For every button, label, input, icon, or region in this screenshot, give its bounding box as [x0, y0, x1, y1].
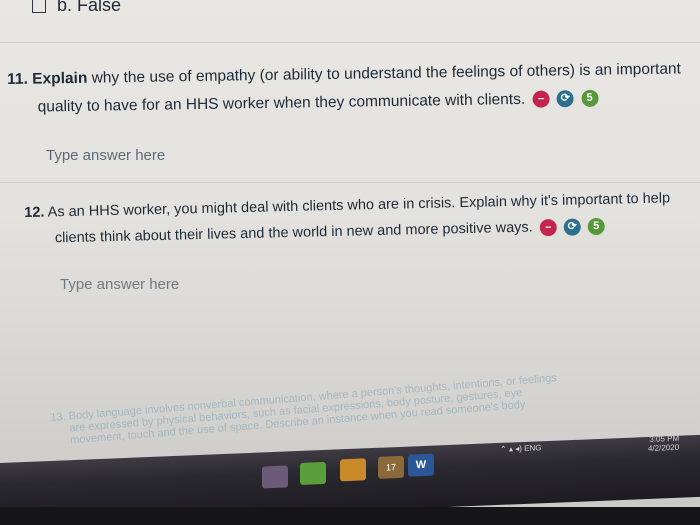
count-badge[interactable]: 5 — [587, 217, 605, 235]
divider — [0, 42, 700, 43]
badge-count: 17 — [385, 462, 396, 473]
question-11: 11. Explain why the use of empathy (or a… — [7, 55, 682, 122]
app-icon[interactable]: 17 — [378, 455, 404, 479]
app-icon[interactable] — [262, 465, 288, 489]
network-icon[interactable]: ▴ — [509, 444, 513, 453]
language-label[interactable]: ENG — [524, 443, 541, 453]
question-number: 12. — [24, 204, 45, 221]
question-number: 11. — [7, 70, 29, 88]
checkbox-icon[interactable] — [32, 0, 46, 13]
volume-icon[interactable]: ◂) — [515, 444, 522, 453]
system-tray[interactable]: ⌃ ▴ ◂) ENG — [500, 443, 541, 454]
question-number: 13. — [50, 410, 67, 424]
question-text: quality to have for an HHS worker when t… — [37, 90, 526, 116]
word-label: W — [415, 458, 427, 472]
translate-icon[interactable]: ⟳ — [556, 90, 574, 108]
word-icon[interactable]: W — [408, 453, 434, 477]
clock[interactable]: 3:05 PM 4/2/2020 — [648, 434, 679, 453]
question-bold-word: Explain — [32, 69, 88, 88]
app-icon[interactable] — [300, 461, 326, 485]
question-13: 13. Body language involves nonverbal com… — [50, 372, 559, 448]
screenshot: b. False 11. Explain why the use of empa… — [0, 0, 700, 525]
answer-placeholder: Type answer here — [60, 276, 180, 293]
question-12: 12. As an HHS worker, you might deal wit… — [24, 185, 671, 252]
question-text: why the use of empathy (or ability to un… — [91, 60, 682, 87]
clock-date: 4/2/2020 — [648, 442, 680, 453]
answer-option-false[interactable]: b. False — [32, 0, 121, 16]
answer-placeholder: Type answer here — [46, 147, 166, 164]
minus-circle-icon[interactable]: – — [532, 90, 550, 109]
minus-circle-icon[interactable]: – — [539, 218, 557, 236]
app-icon[interactable] — [340, 458, 366, 482]
question-text: clients think about their lives and the … — [54, 219, 533, 247]
count-badge[interactable]: 5 — [581, 90, 599, 108]
translate-icon[interactable]: ⟳ — [563, 218, 581, 236]
monitor-bezel — [0, 507, 700, 525]
chevron-up-icon[interactable]: ⌃ — [500, 445, 507, 454]
divider — [0, 182, 700, 183]
option-label: b. False — [57, 0, 122, 15]
answer-input-11[interactable]: Type answer here — [46, 147, 165, 164]
answer-input-12[interactable]: Type answer here — [60, 276, 179, 293]
